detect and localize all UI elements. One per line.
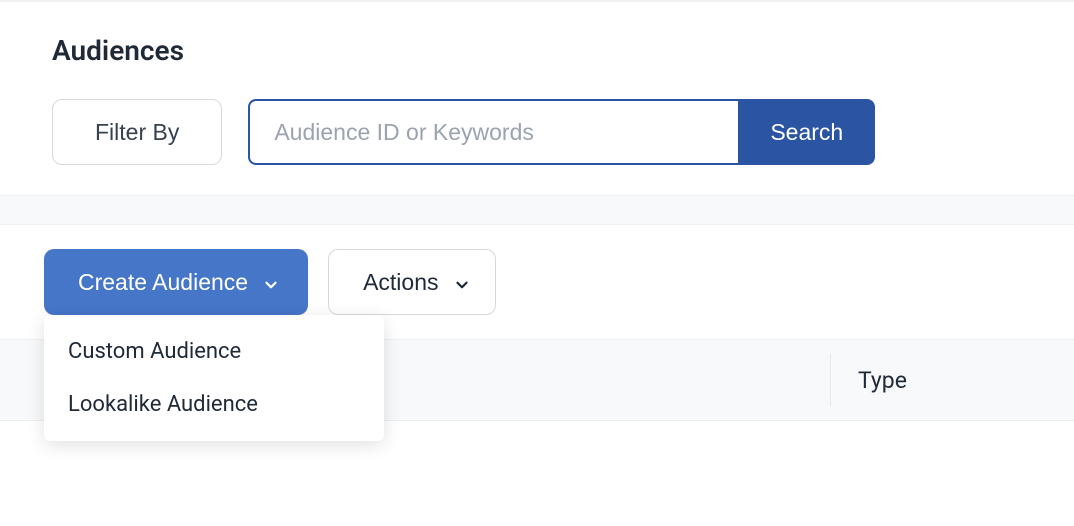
dropdown-item-lookalike-audience[interactable]: Lookalike Audience: [44, 378, 384, 431]
chevron-down-icon: [262, 273, 280, 291]
create-audience-dropdown: Custom Audience Lookalike Audience: [44, 315, 384, 441]
search-button-label: Search: [770, 119, 843, 145]
filter-by-label: Filter By: [95, 119, 179, 146]
actions-label: Actions: [363, 269, 438, 296]
dropdown-item-label: Lookalike Audience: [68, 392, 258, 417]
dropdown-item-label: Custom Audience: [68, 339, 241, 364]
header-section: Audiences Filter By Search: [0, 2, 1074, 195]
search-group: Search: [248, 99, 875, 165]
column-header-type: Type: [858, 367, 907, 394]
dropdown-item-custom-audience[interactable]: Custom Audience: [44, 325, 384, 378]
create-audience-label: Create Audience: [78, 269, 248, 296]
create-audience-button[interactable]: Create Audience: [44, 249, 308, 315]
search-input[interactable]: [248, 99, 738, 165]
filter-row: Filter By Search: [52, 99, 1074, 165]
actions-button[interactable]: Actions: [328, 249, 495, 315]
page-title: Audiences: [52, 34, 1074, 67]
column-divider: [830, 354, 831, 406]
filter-by-button[interactable]: Filter By: [52, 99, 222, 165]
action-section: Create Audience Actions Custom Audience …: [0, 225, 1074, 339]
chevron-down-icon: [453, 273, 471, 291]
section-gap: [0, 195, 1074, 225]
search-button[interactable]: Search: [738, 99, 875, 165]
